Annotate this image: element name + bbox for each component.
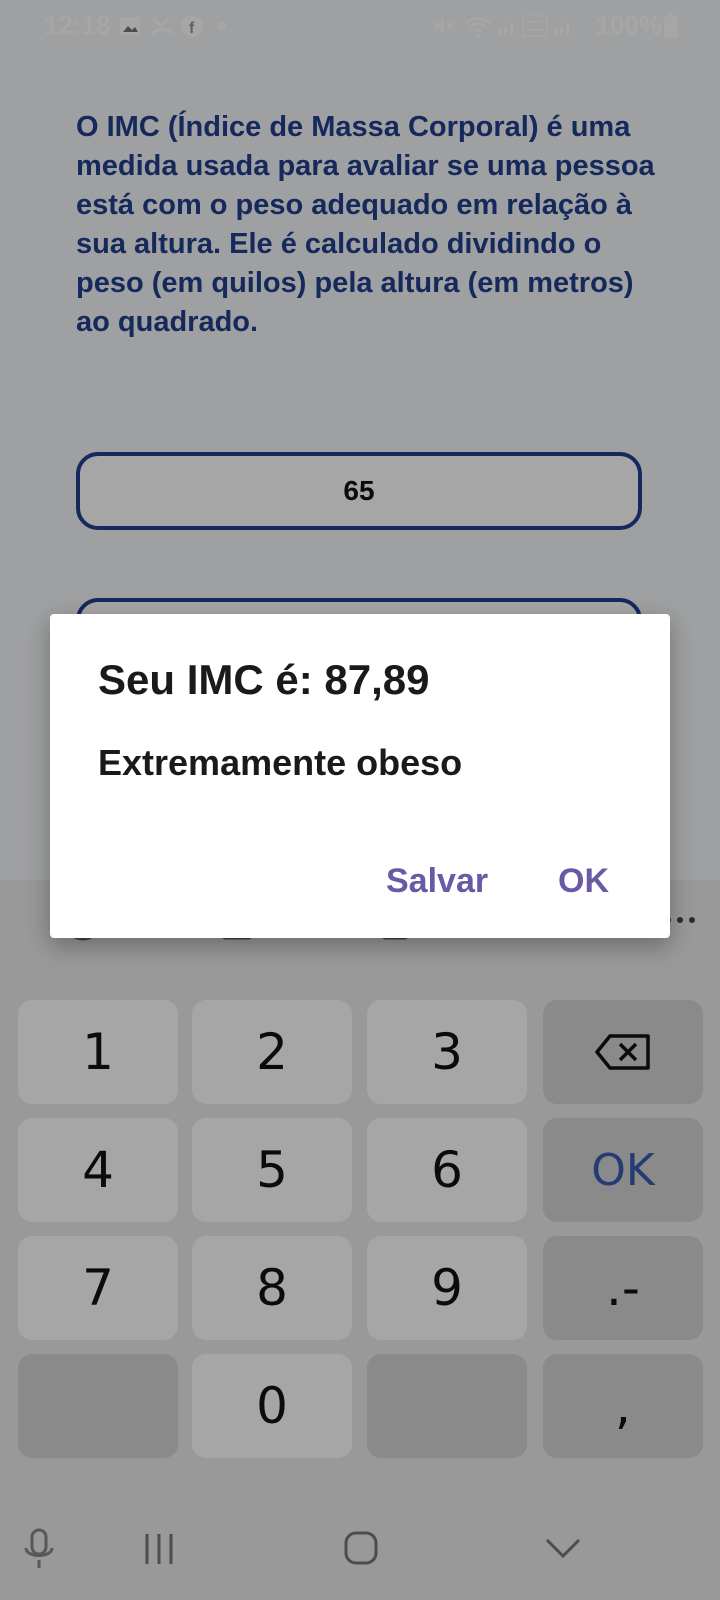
ok-button[interactable]: OK xyxy=(558,862,609,901)
save-button[interactable]: Salvar xyxy=(386,862,488,901)
imc-result-dialog: Seu IMC é: 87,89 Extremamente obeso Salv… xyxy=(50,614,670,938)
dialog-title: Seu IMC é: 87,89 xyxy=(98,656,430,703)
dialog-message: Extremamente obeso xyxy=(98,742,463,783)
